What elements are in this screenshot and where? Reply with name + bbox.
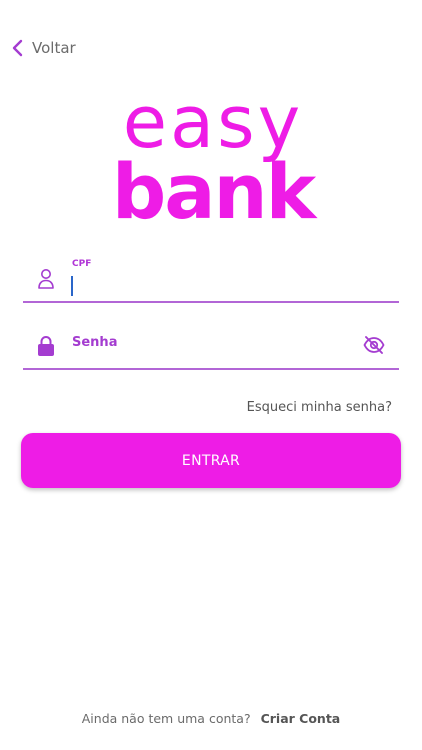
back-label: Voltar [32, 39, 76, 57]
cpf-input-caret[interactable] [71, 276, 73, 296]
signup-prompt: Ainda não tem uma conta? [81, 711, 251, 726]
signup-footer: Ainda não tem uma conta? Criar Conta [0, 711, 422, 726]
login-button[interactable]: ENTRAR [21, 433, 401, 488]
password-field[interactable]: Senha [23, 322, 399, 370]
lock-icon [38, 336, 54, 356]
cpf-label: CPF [72, 259, 92, 269]
chevron-left-icon [12, 39, 23, 57]
person-icon [38, 269, 54, 289]
login-button-label: ENTRAR [181, 452, 241, 469]
logo-line-2: bank [111, 147, 316, 236]
password-placeholder: Senha [72, 335, 118, 350]
create-account-link[interactable]: Criar Conta [261, 711, 341, 726]
cpf-field[interactable]: CPF [23, 256, 399, 303]
forgot-password-link[interactable]: Esqueci minha senha? [247, 400, 392, 415]
eye-off-icon[interactable] [363, 335, 385, 355]
brand-logo: easy bank [100, 82, 326, 234]
back-button[interactable]: Voltar [10, 38, 76, 58]
